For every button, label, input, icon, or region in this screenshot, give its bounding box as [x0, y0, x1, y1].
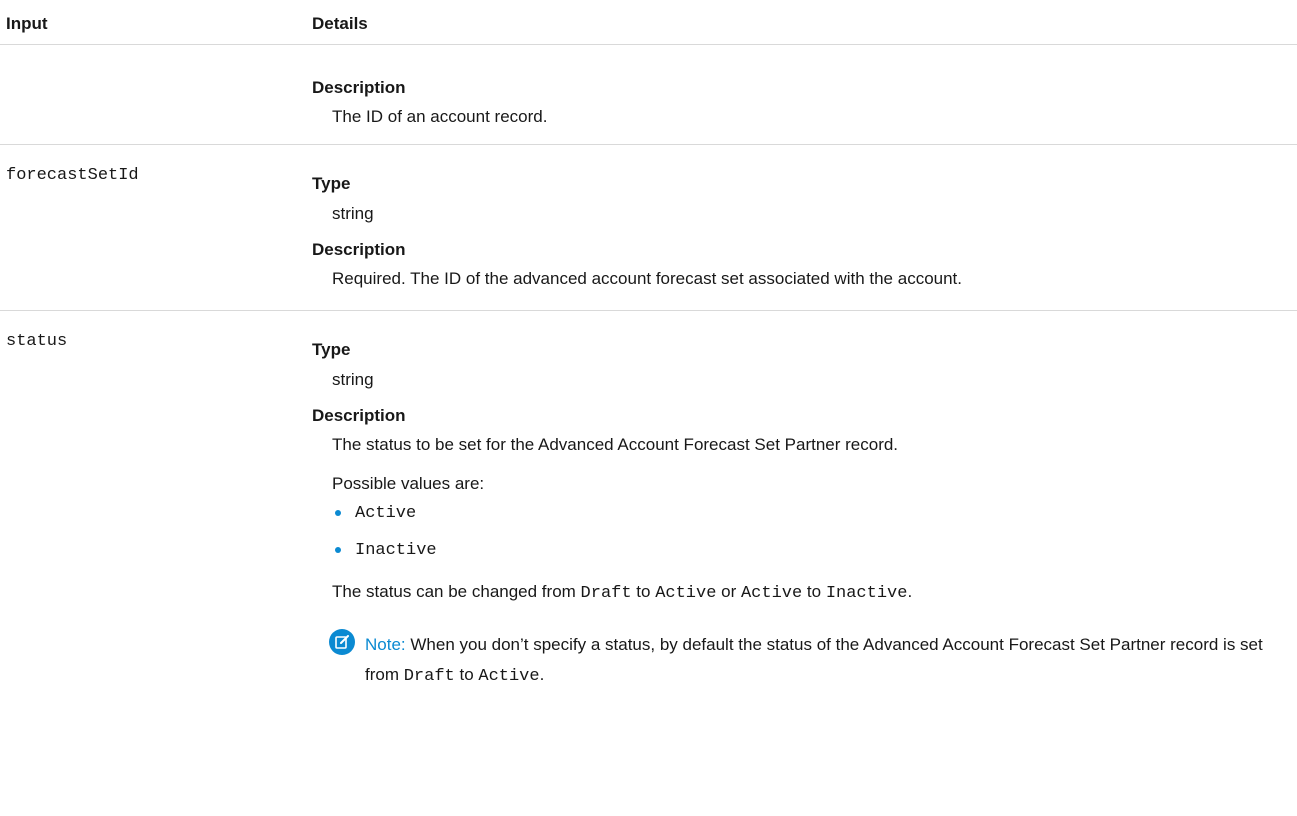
code-draft: Draft: [580, 584, 632, 603]
type-value: string: [332, 204, 374, 223]
list-item: Inactive: [355, 541, 437, 560]
note-edit-icon: [329, 629, 355, 655]
bullet-icon: [335, 547, 341, 553]
code-inactive: Inactive: [825, 584, 908, 603]
possible-values-intro: Possible values are:: [332, 474, 485, 493]
column-header-details: Details: [312, 14, 368, 33]
list-item: Active: [355, 504, 417, 523]
code-active: Active: [478, 667, 540, 686]
description-text: The status to be set for the Advanced Ac…: [332, 435, 899, 454]
description-label: Description: [312, 406, 406, 425]
description-label: Description: [312, 240, 406, 259]
description-text: Required. The ID of the advanced account…: [332, 269, 963, 288]
type-value: string: [332, 370, 374, 389]
param-name: forecastSetId: [6, 166, 139, 185]
table-header: Input Details: [0, 0, 1297, 45]
type-label: Type: [312, 174, 351, 193]
note-label: Note:: [365, 635, 406, 654]
bullet-icon: [335, 510, 341, 516]
description-label: Description: [312, 78, 406, 97]
param-name: status: [6, 332, 68, 351]
code-active: Active: [655, 584, 717, 603]
table-row: status Type string Description The statu…: [0, 311, 1297, 711]
parameter-table: Input Details Description The ID of an a…: [0, 0, 1297, 711]
description-text: The ID of an account record.: [332, 107, 548, 126]
table-row: Description The ID of an account record.: [0, 45, 1297, 145]
type-label: Type: [312, 340, 351, 359]
code-draft: Draft: [403, 667, 455, 686]
status-change-text: The status can be changed from Draft to …: [332, 582, 913, 603]
code-active: Active: [740, 584, 803, 603]
note-text: Note: When you don’t specify a status, b…: [365, 635, 1263, 686]
column-header-input: Input: [6, 14, 48, 33]
table-row: forecastSetId Type string Description Re…: [0, 145, 1297, 311]
